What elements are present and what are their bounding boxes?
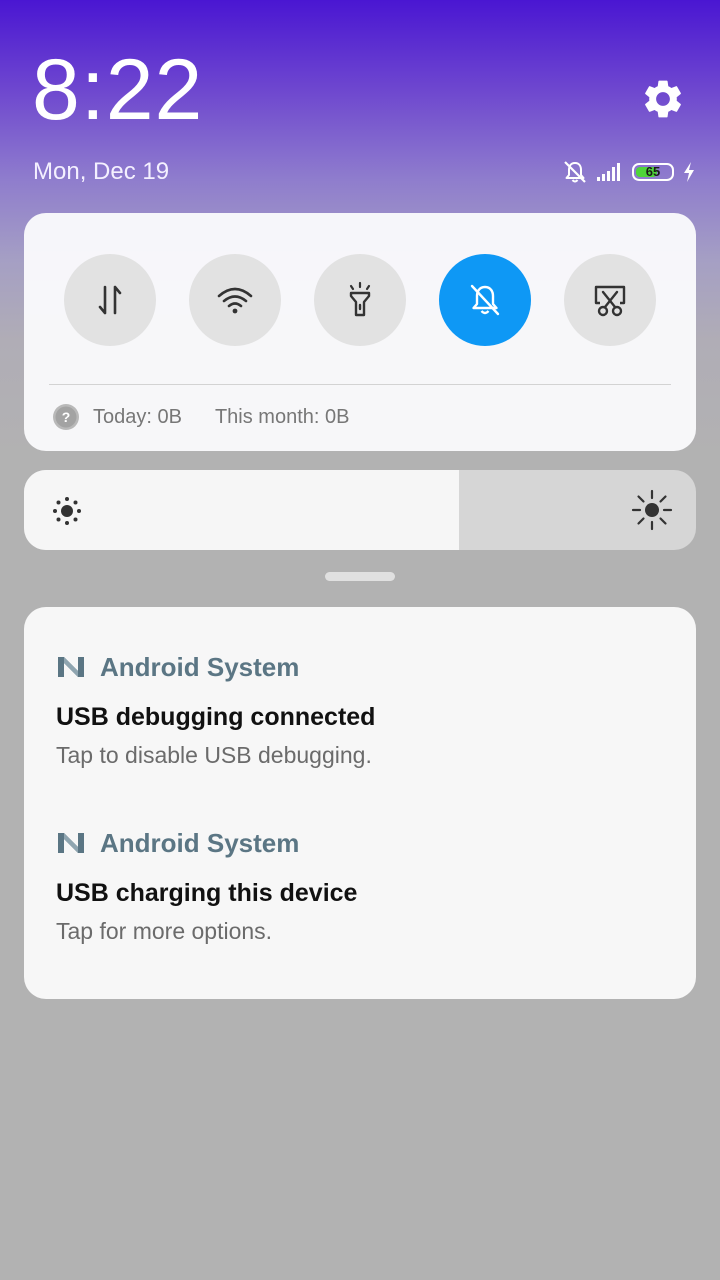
toggle-mobile-data[interactable] [64, 254, 156, 346]
help-icon: ? [53, 404, 79, 430]
toggle-wifi[interactable] [189, 254, 281, 346]
notification-app-header: Android System [56, 825, 672, 861]
notification-usb-charging[interactable]: Android System USB charging this device … [56, 825, 672, 946]
svg-text:?: ? [62, 409, 71, 425]
data-arrows-icon [98, 285, 122, 315]
brightness-low-icon [53, 497, 81, 525]
android-n-icon [58, 833, 84, 853]
brightness-high-icon [631, 489, 673, 531]
notification-title: USB charging this device [56, 879, 358, 907]
bell-off-icon [470, 284, 500, 316]
notification-text: Tap for more options. [56, 918, 273, 944]
notification-usb-debugging[interactable]: Android System USB debugging connected T… [56, 649, 672, 770]
brightness-slider[interactable] [24, 470, 696, 550]
toggle-screenshot[interactable] [564, 254, 656, 346]
screenshot-scissors-icon [594, 285, 626, 317]
panel-drag-handle[interactable] [325, 572, 395, 581]
brightness-level-fill [24, 470, 459, 550]
notification-app-header: Android System [56, 649, 672, 685]
notification-text: Tap to disable USB debugging. [56, 742, 372, 768]
toggle-flashlight[interactable] [314, 254, 406, 346]
data-usage-row: ? Today: 0B This month: 0B [52, 403, 349, 431]
charging-icon [684, 162, 694, 182]
battery-icon: 65 [632, 163, 674, 181]
notification-app-name: Android System [100, 827, 300, 858]
signal-icon [597, 163, 620, 181]
clock-date: Mon, Dec 19 [33, 158, 170, 185]
notification-title: USB debugging connected [56, 703, 376, 731]
android-n-icon [58, 657, 84, 677]
toggle-silent[interactable] [439, 254, 531, 346]
notification-panel: Android System USB debugging connected T… [24, 607, 696, 999]
battery-level-text: 65 [645, 164, 661, 179]
clock-time: 8:22 [32, 42, 204, 138]
data-usage-month: This month: 0B [214, 405, 350, 428]
data-usage-today: Today: 0B [93, 405, 182, 428]
silent-mode-icon [564, 161, 586, 183]
status-bar-icons: 65 [562, 158, 696, 186]
settings-gear-icon[interactable] [640, 76, 686, 122]
quick-settings-panel: ? Today: 0B This month: 0B [24, 213, 696, 451]
wifi-icon [217, 287, 253, 314]
quick-settings-divider [49, 384, 671, 385]
flashlight-icon [349, 281, 371, 317]
notification-app-name: Android System [100, 651, 300, 682]
